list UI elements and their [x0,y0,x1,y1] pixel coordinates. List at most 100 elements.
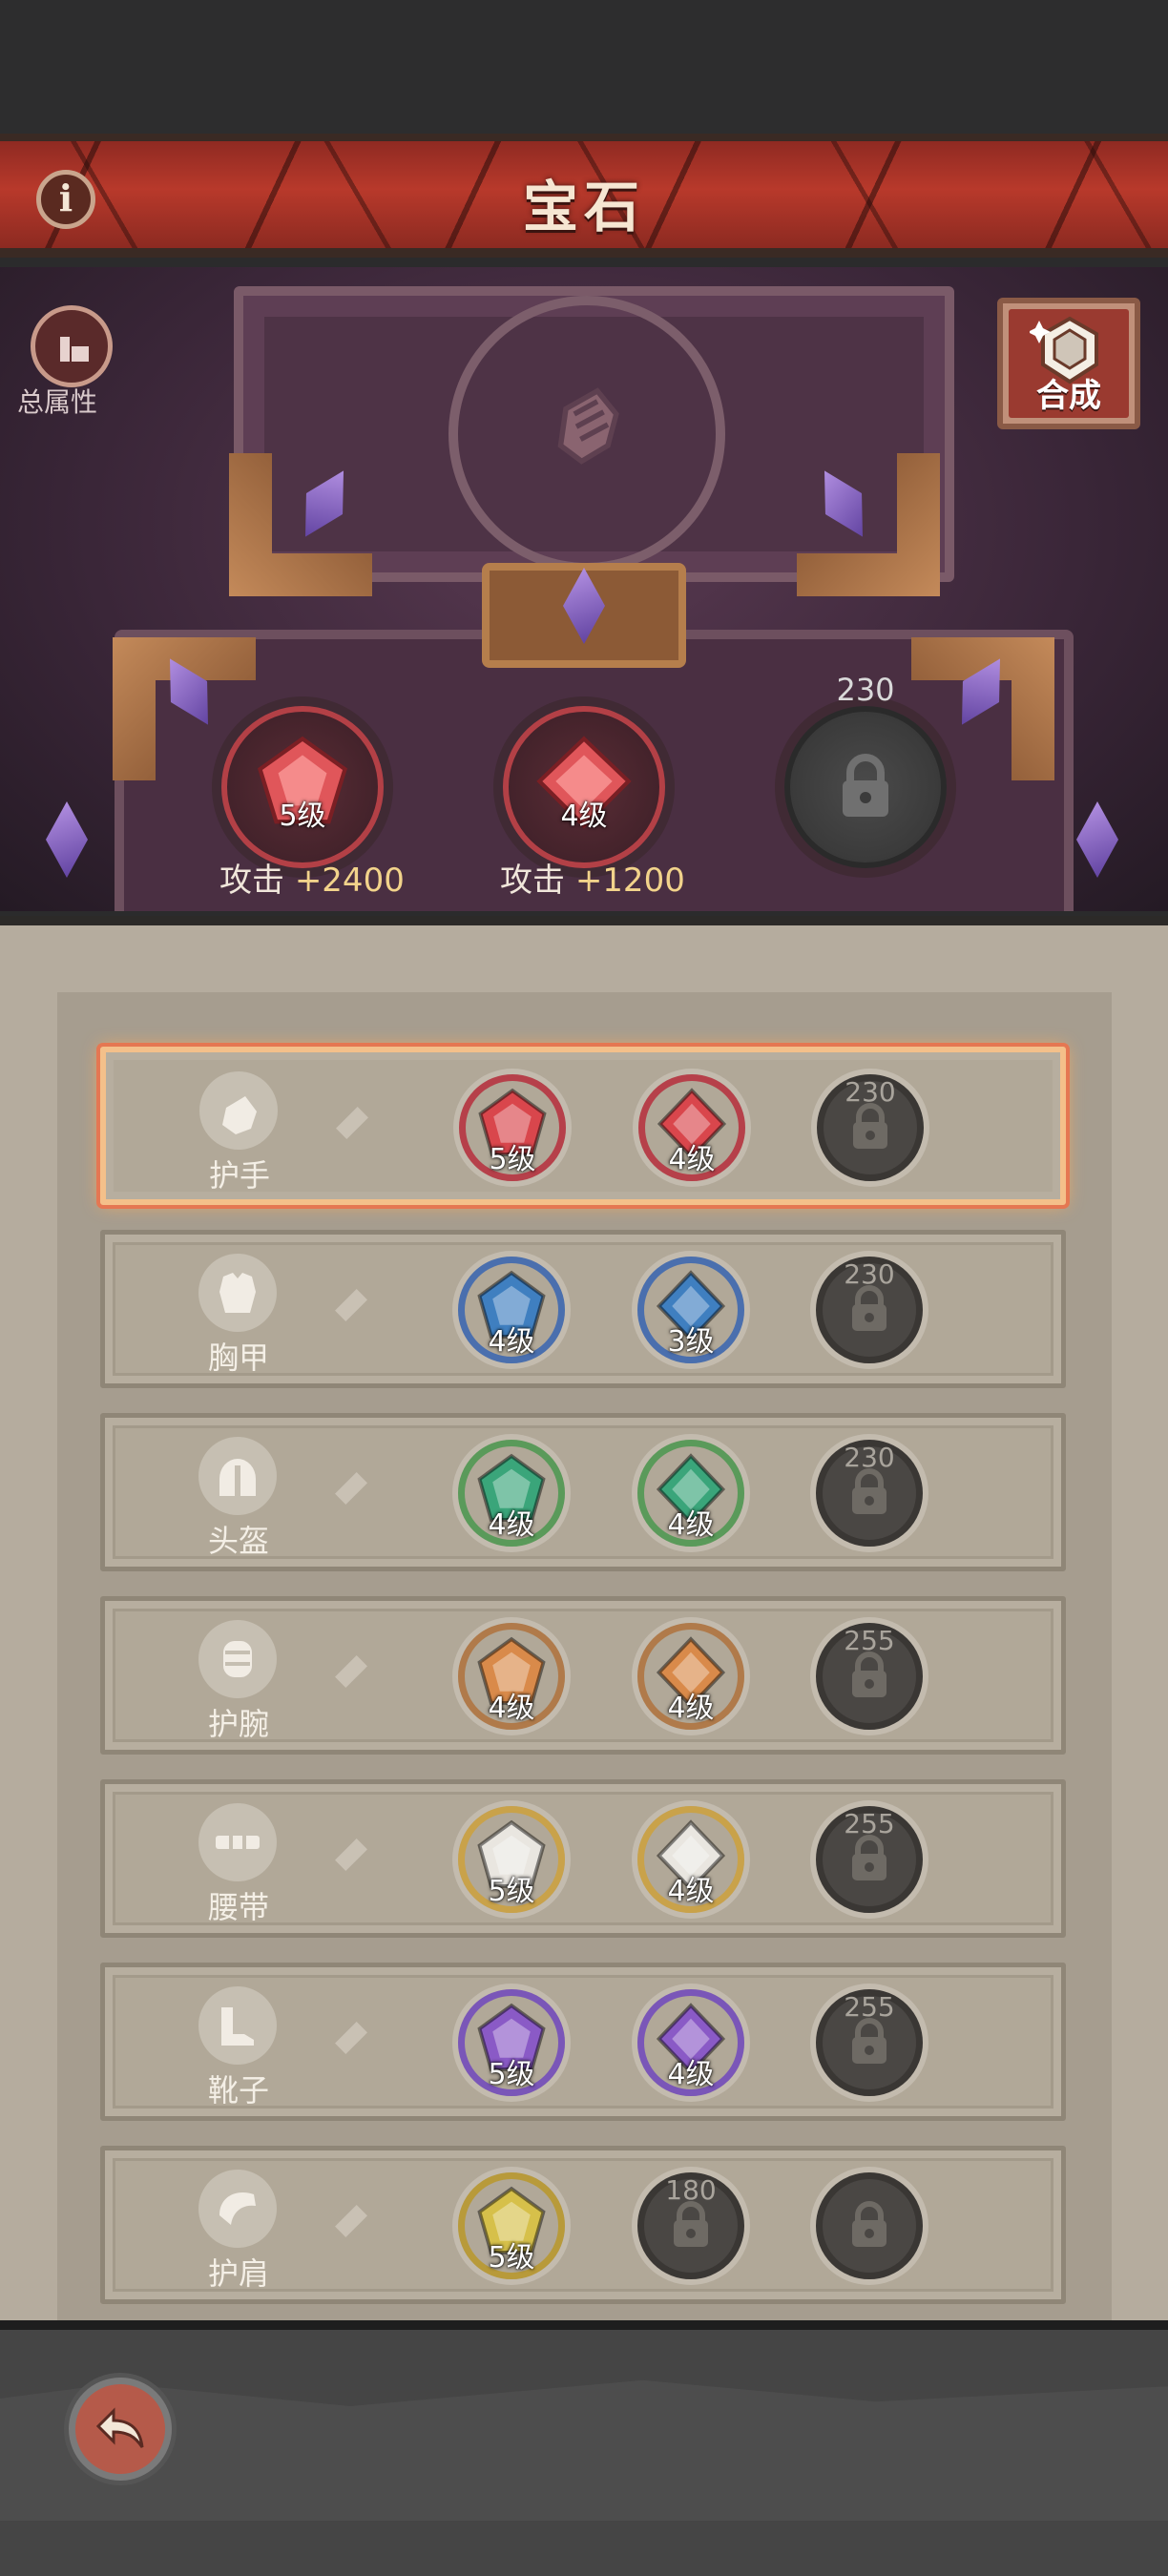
status-area [0,0,1168,134]
synthesize-label: 合成 [1036,377,1101,415]
gem-slot-locked[interactable]: 255 [816,1989,923,2096]
equipment-row[interactable]: 护手 5级 4级 230 [100,1047,1066,1205]
title-banner: i 宝石 [0,134,1168,258]
equipment-list-panel: 护手 5级 4级 230 胸甲 4级 3级 230 头盔 4级 4级 230 护… [0,916,1168,2330]
gem-level: 4级 [488,1692,535,1725]
gem-level: 4级 [488,1325,535,1359]
chestplate-icon-glyph [219,1273,256,1313]
lock-icon [852,1468,886,1514]
purple-crystal-icon [46,801,88,878]
total-attributes-button[interactable] [31,305,113,387]
bar-chart-icon [60,337,89,362]
gem-slot[interactable]: 4级 [637,1440,744,1547]
equipment-name: 护手 [208,1157,270,1194]
gem-slot-locked[interactable]: 230 [816,1257,923,1363]
gem-slot-locked[interactable]: 180 [637,2172,744,2279]
frame-corner-left [229,453,372,596]
chestplate-icon [198,1254,277,1332]
bonus-value: +2400 [294,862,405,900]
lock-icon [674,2201,708,2247]
gem-slot-locked[interactable]: 255 [816,1623,923,1730]
helmet-icon-glyph [219,1459,256,1496]
boots-icon [198,1986,277,2065]
gem-level: 3级 [667,1325,715,1359]
boots-icon-glyph [221,2007,254,2046]
unlock-requirement: 230 [836,672,895,708]
gem-slot[interactable]: 4级 [637,1806,744,1913]
equipment-row[interactable]: 靴子 5级 4级 255 [100,1963,1066,2121]
lock-icon [852,1652,886,1697]
gem-slot[interactable]: 4级 [458,1257,565,1363]
row-divider [335,2022,367,2054]
gem-slot[interactable]: 5级 [458,2172,565,2279]
equipment-name: 头盔 [207,1523,269,1559]
bottom-bar [0,2320,1168,2576]
lock-icon [843,754,888,817]
pauldron-icon-glyph [219,2192,256,2225]
equipment-row[interactable]: 护肩 5级 180 [100,2146,1066,2304]
hero-gem-slot-1[interactable]: 5级 [221,706,384,868]
bonus-label: 攻击 [219,862,284,900]
gem-slot-locked[interactable]: 230 [817,1074,924,1181]
gem-level: 4级 [560,800,608,833]
equipment-row[interactable]: 护腕 4级 4级 255 [100,1596,1066,1755]
gem-level: 5级 [488,2058,535,2091]
total-attributes-label: 总属性 [17,386,98,418]
row-divider [336,1107,368,1139]
gem-slot[interactable]: 5级 [459,1074,566,1181]
frame-corner-right [797,453,940,596]
gem-slot-locked[interactable]: 255 [816,1806,923,1913]
equipment-row[interactable]: 腰带 5级 4级 255 [100,1779,1066,1938]
gauntlet-icon [199,1071,278,1150]
gem-level: 4级 [488,1508,535,1542]
bonus-2: 攻击 +1200 [500,854,685,901]
gem-level: 4级 [667,2058,715,2091]
pauldron-icon [198,2170,277,2248]
gem-display-area: 总属性 合成 5级 4级 230 攻击 +2400 攻击 +1200 [0,267,1168,911]
gem-slot[interactable]: 3级 [637,1257,744,1363]
synthesize-button[interactable]: 合成 [997,298,1140,429]
hero-gem-slot-3-locked[interactable]: 230 [784,672,947,868]
bonus-value: +1200 [574,862,685,900]
equipment-name: 护腕 [207,1706,269,1742]
gem-slot[interactable]: 4级 [458,1440,565,1547]
lock-icon [853,1103,887,1149]
lock-icon [852,1285,886,1331]
equipment-name: 护肩 [207,2255,269,2292]
gem-slot-locked[interactable] [816,2172,923,2279]
bracer-icon-glyph [223,1641,252,1677]
purple-crystal-icon [1076,801,1118,878]
equipment-row[interactable]: 头盔 4级 4级 230 [100,1413,1066,1571]
gem-slot[interactable]: 4级 [638,1074,745,1181]
bracer-icon [198,1620,277,1698]
gem-slot[interactable]: 4级 [458,1623,565,1730]
equipment-list[interactable]: 护手 5级 4级 230 胸甲 4级 3级 230 头盔 4级 4级 230 护… [57,992,1112,2330]
lock-icon [852,1835,886,1880]
gauntlet-icon [557,387,619,465]
gem-slot-locked[interactable]: 230 [816,1440,923,1547]
belt-icon-glyph [216,1830,260,1855]
bonus-1: 攻击 +2400 [219,854,405,901]
row-divider [335,1839,367,1871]
lock-icon [852,2018,886,2064]
gem-level: 5级 [489,1143,536,1176]
page-title: 宝石 [522,175,645,239]
equipment-row[interactable]: 胸甲 4级 3级 230 [100,1230,1066,1388]
purple-crystal-icon [287,460,362,547]
lock-icon [852,2201,886,2247]
equipment-name: 腰带 [207,1889,269,1925]
gem-slot[interactable]: 5级 [458,1806,565,1913]
row-divider [335,1472,367,1505]
back-button[interactable] [69,2378,172,2481]
bonus-label: 攻击 [500,862,565,900]
hero-gem-slot-2[interactable]: 4级 [503,706,665,868]
gem-level: 5级 [488,1875,535,1908]
gauntlet-icon-glyph [222,1096,257,1134]
back-arrow-icon [95,2407,144,2448]
belt-icon [198,1803,277,1881]
gem-slot[interactable]: 5级 [458,1989,565,2096]
gem-slot[interactable]: 4级 [637,1623,744,1730]
gem-level: 4级 [667,1692,715,1725]
gem-slot[interactable]: 4级 [637,1989,744,2096]
gem-level: 4级 [667,1508,715,1542]
